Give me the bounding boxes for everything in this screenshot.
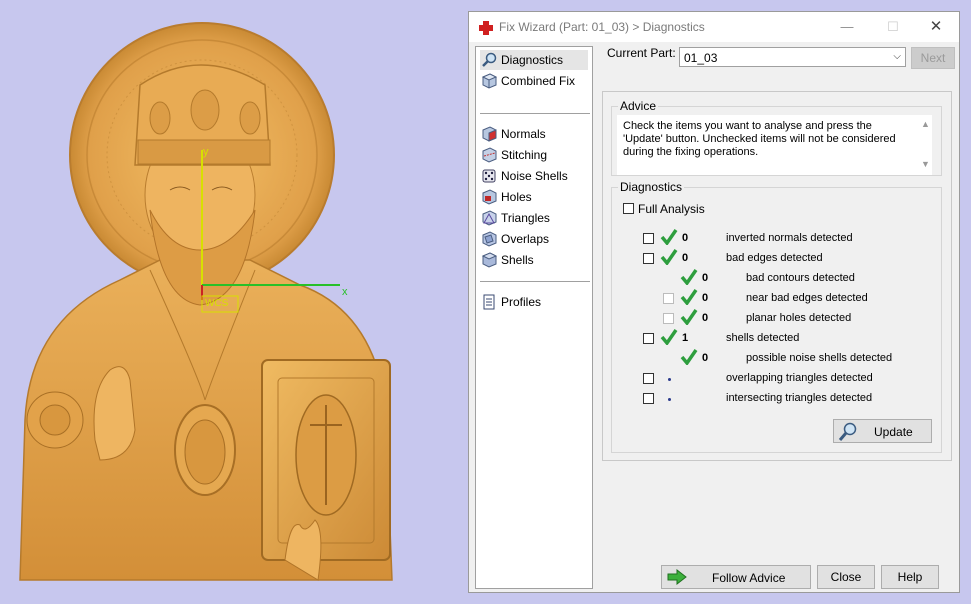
noise-shells-count: 0: [702, 352, 709, 364]
check-icon: [680, 289, 698, 305]
cube-stitch-icon: [480, 146, 498, 164]
diagnostics-panel: Advice Check the items you want to analy…: [602, 91, 952, 461]
advice-group: Advice Check the items you want to analy…: [611, 99, 942, 176]
fix-wizard-dialog: Fix Wizard (Part: 01_03) > Diagnostics —…: [468, 11, 960, 593]
planar-holes-checkbox[interactable]: [663, 313, 674, 324]
intersecting-triangles-label: intersecting triangles detected: [726, 392, 873, 404]
help-button[interactable]: Help: [881, 565, 939, 589]
update-button-label: Update: [874, 425, 913, 439]
full-analysis-checkbox[interactable]: [623, 203, 634, 214]
dice-icon: [480, 167, 498, 185]
scroll-down-icon[interactable]: ▼: [921, 159, 930, 169]
inverted-normals-checkbox[interactable]: [643, 233, 654, 244]
current-part-label: Current Part:: [607, 46, 676, 60]
bad-contours-label: bad contours detected: [746, 272, 855, 284]
diagnostics-title: Diagnostics: [618, 180, 685, 194]
cube-red-face-icon: [480, 125, 498, 143]
update-button[interactable]: Update: [833, 419, 932, 443]
shells-label: shells detected: [726, 332, 800, 344]
planar-holes-count: 0: [702, 312, 709, 324]
close-button[interactable]: Close: [817, 565, 875, 589]
nav-item-profiles[interactable]: Profiles: [480, 292, 588, 312]
wcs-label: WCS: [205, 298, 229, 309]
shells-checkbox[interactable]: [643, 333, 654, 344]
advice-title: Advice: [618, 99, 659, 113]
nav-item-shells[interactable]: Shells: [480, 250, 588, 270]
near-bad-edges-checkbox[interactable]: [663, 293, 674, 304]
check-icon: [660, 329, 678, 345]
scroll-up-icon[interactable]: ▲: [921, 119, 930, 129]
title-bar[interactable]: Fix Wizard (Part: 01_03) > Diagnostics —…: [469, 12, 959, 42]
nav-item-normals[interactable]: Normals: [480, 124, 588, 144]
close-window-button[interactable]: ✕: [913, 12, 959, 42]
planar-holes-label: planar holes detected: [746, 312, 852, 324]
pending-dot-icon: [668, 398, 671, 401]
intersecting-triangles-checkbox[interactable]: [643, 393, 654, 404]
magnifier-icon: [480, 51, 498, 69]
maximize-button[interactable]: ☐: [870, 12, 916, 42]
advice-textbox: Check the items you want to analyse and …: [617, 115, 932, 175]
bad-contours-count: 0: [702, 272, 709, 284]
3d-viewport[interactable]: y x WCS: [0, 0, 468, 604]
check-icon: [660, 229, 678, 245]
check-icon: [680, 309, 698, 325]
nav-item-diagnostics[interactable]: Diagnostics: [480, 50, 588, 70]
pending-dot-icon: [668, 378, 671, 381]
follow-advice-button[interactable]: Follow Advice: [661, 565, 811, 589]
triangle-cube-icon: [480, 209, 498, 227]
inverted-normals-count: 0: [682, 232, 689, 244]
shell-cube-icon: [480, 251, 498, 269]
current-part-value: 01_03: [684, 51, 718, 65]
x-axis-label: x: [342, 286, 348, 298]
red-cross-icon: [479, 21, 493, 35]
advice-scrollbar[interactable]: ▲ ▼: [918, 115, 932, 175]
bad-edges-count: 0: [682, 252, 689, 264]
near-bad-edges-count: 0: [702, 292, 709, 304]
dialog-title: Fix Wizard (Part: 01_03) > Diagnostics: [499, 20, 705, 34]
magnifier-icon: [838, 422, 857, 441]
full-analysis-label: Full Analysis: [638, 202, 705, 216]
overlap-cube-icon: [480, 230, 498, 248]
overlapping-triangles-checkbox[interactable]: [643, 373, 654, 384]
nav-item-holes[interactable]: Holes: [480, 187, 588, 207]
nav-divider: [480, 113, 590, 114]
nav-item-noise-shells[interactable]: Noise Shells: [480, 166, 588, 186]
nav-item-combined-fix[interactable]: Combined Fix: [480, 71, 588, 91]
y-axis-label: y: [203, 146, 209, 158]
nav-item-stitching[interactable]: Stitching: [480, 145, 588, 165]
nav-item-overlaps[interactable]: Overlaps: [480, 229, 588, 249]
document-icon: [480, 293, 498, 311]
follow-advice-label: Follow Advice: [712, 571, 786, 585]
check-icon: [680, 349, 698, 365]
near-bad-edges-label: near bad edges detected: [746, 292, 868, 304]
inverted-normals-label: inverted normals detected: [726, 232, 853, 244]
wizard-nav: Diagnostics Combined Fix Normals Stitchi…: [475, 46, 593, 589]
icon-relief-model: [19, 22, 393, 581]
nav-divider: [480, 281, 590, 282]
diagnostics-group: Diagnostics Full Analysis 0 inverted nor…: [611, 180, 942, 453]
cube-icon: [480, 72, 498, 90]
green-arrow-icon: [667, 569, 687, 585]
current-part-select[interactable]: 01_03 ⌵: [679, 47, 906, 67]
advice-text: Check the items you want to analyse and …: [623, 120, 896, 158]
chevron-down-icon: ⌵: [893, 51, 901, 62]
cube-hole-icon: [480, 188, 498, 206]
overlapping-triangles-label: overlapping triangles detected: [726, 372, 873, 384]
nav-item-triangles[interactable]: Triangles: [480, 208, 588, 228]
bad-edges-label: bad edges detected: [726, 252, 823, 264]
check-icon: [660, 249, 678, 265]
noise-shells-label: possible noise shells detected: [746, 352, 893, 364]
bad-edges-checkbox[interactable]: [643, 253, 654, 264]
check-icon: [680, 269, 698, 285]
shells-count: 1: [682, 332, 689, 344]
next-button[interactable]: Next: [911, 47, 955, 69]
minimize-button[interactable]: —: [824, 12, 870, 42]
